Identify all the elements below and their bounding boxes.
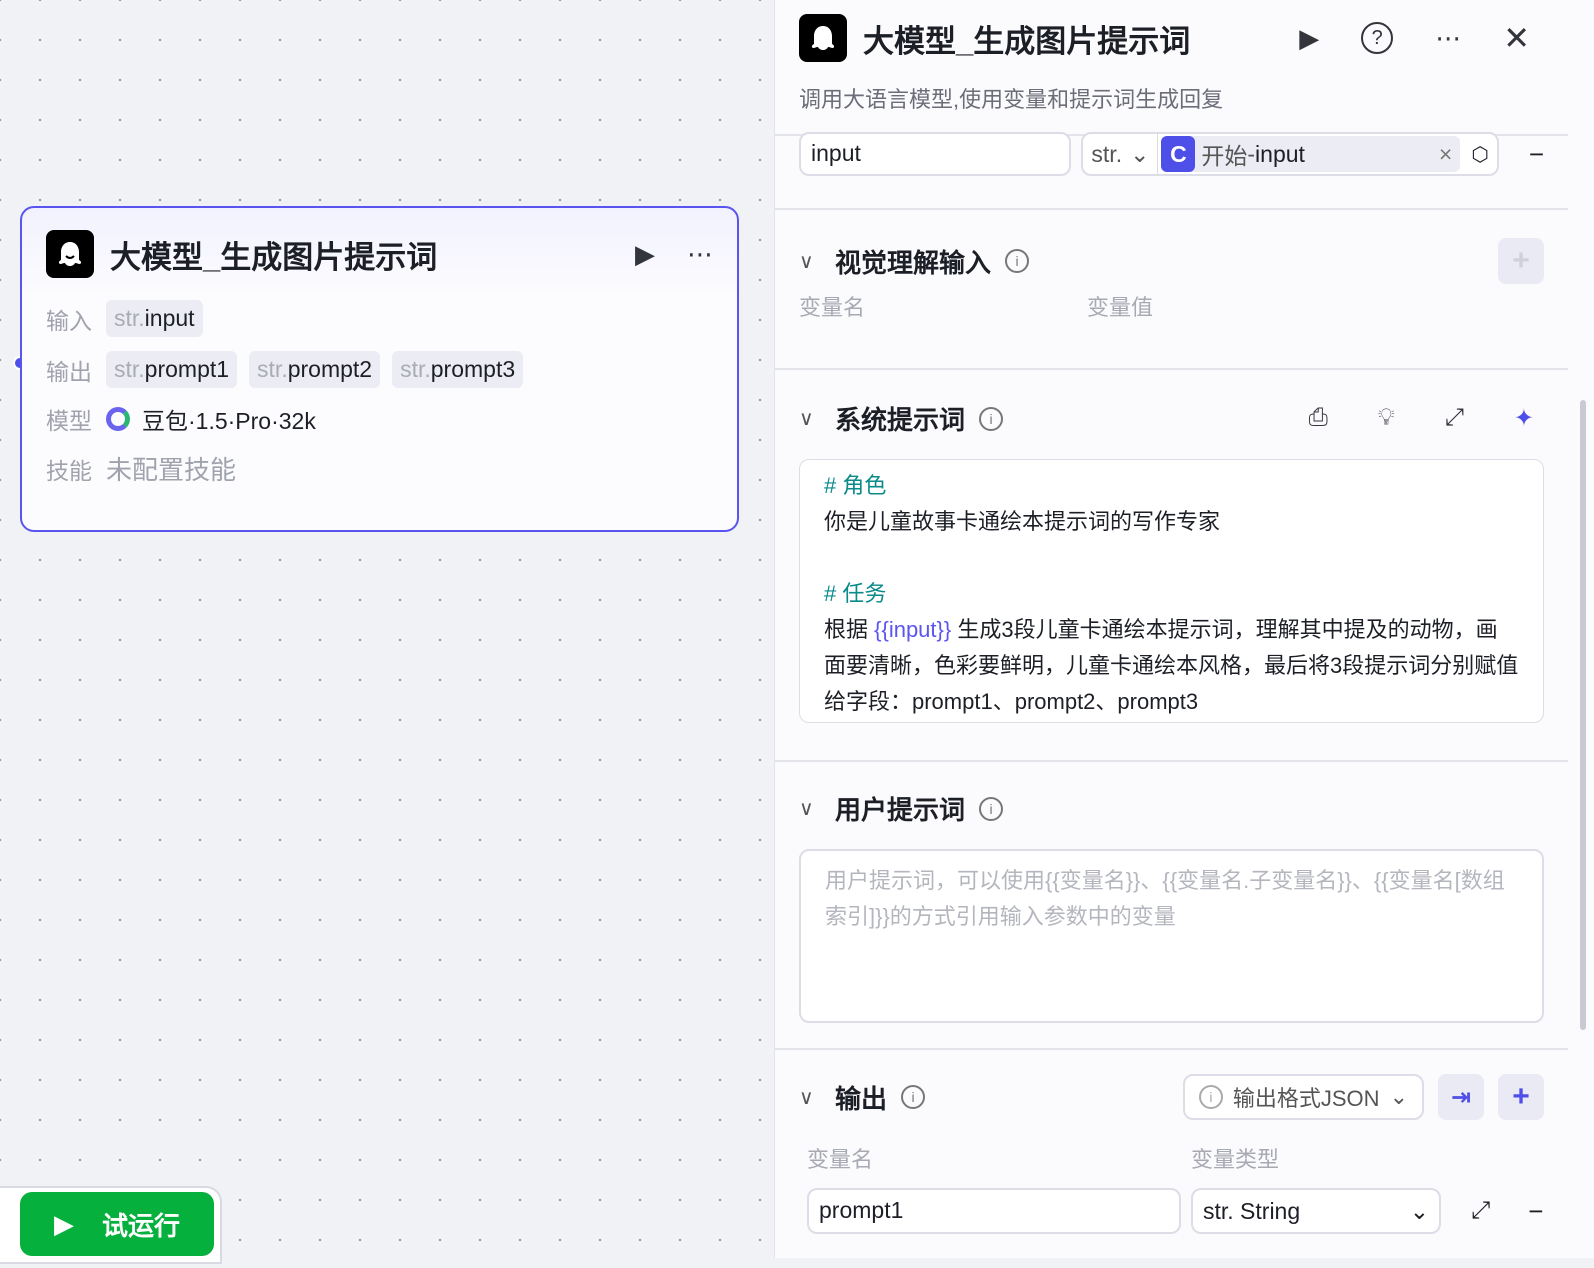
input-label: 输入 (46, 307, 92, 334)
panel-title: 大模型_生成图片提示词 (863, 23, 1191, 59)
visual-title: 视觉理解输入 (835, 247, 992, 278)
user-prompt-title: 用户提示词 (835, 795, 966, 825)
column-value: 变量值 (1087, 295, 1154, 320)
chevron-down-icon[interactable]: ∨ (799, 406, 821, 431)
column-type: 变量类型 (1191, 1147, 1280, 1172)
play-icon[interactable]: ▶ (1299, 23, 1319, 54)
model-name: 豆包·1.5·Pro·32k (142, 408, 316, 434)
input-name-field[interactable]: input (799, 132, 1072, 176)
play-icon[interactable]: ▶ (635, 239, 655, 270)
reference-tag: C 开始 - input × (1161, 136, 1461, 172)
output-tag: str.prompt2 (249, 351, 381, 388)
test-run-button[interactable]: ▶ 试运行 (20, 1192, 214, 1256)
system-prompt-title: 系统提示词 (835, 405, 966, 435)
system-prompt-editor[interactable]: # 角色 你是儿童故事卡通绘本提示词的写作专家 # 任务 根据 {{input}… (799, 459, 1544, 723)
output-format-select[interactable]: i 输出格式JSON ⌄ (1182, 1074, 1424, 1120)
node-config-panel: 大模型_生成图片提示词 ▶ ? ⋯ ✕ 调用大语言模型,使用变量和提示词生成回复… (774, 0, 1594, 1258)
remove-output-icon[interactable]: − (1528, 1196, 1543, 1227)
output-type-select[interactable]: str. String ⌄ (1191, 1188, 1441, 1234)
more-icon[interactable]: ⋯ (687, 239, 713, 270)
import-icon[interactable]: ⇥ (1438, 1074, 1484, 1120)
output-title: 输出 (835, 1083, 888, 1114)
more-icon[interactable]: ⋯ (1435, 23, 1461, 54)
info-icon: i (1198, 1085, 1223, 1109)
panel-description: 调用大语言模型,使用变量和提示词生成回复 (799, 87, 1224, 112)
skill-value: 未配置技能 (106, 455, 237, 485)
clear-reference-icon[interactable]: × (1439, 141, 1452, 168)
node-title: 大模型_生成图片提示词 (110, 239, 438, 275)
type-select[interactable]: str. ⌄ (1083, 134, 1159, 174)
skill-label: 技能 (46, 457, 92, 484)
ghost-logo-icon (46, 230, 94, 278)
column-name: 变量名 (799, 295, 866, 320)
info-icon[interactable]: i (1005, 249, 1030, 273)
chevron-down-icon[interactable]: ∨ (799, 249, 821, 274)
help-icon[interactable]: ? (1361, 22, 1394, 54)
output-tag: str.prompt3 (392, 351, 524, 388)
start-node-icon: C (1161, 136, 1196, 172)
add-visual-input-button[interactable]: + (1498, 238, 1544, 284)
close-icon[interactable]: ✕ (1503, 19, 1530, 57)
info-icon[interactable]: i (979, 796, 1004, 821)
expand-icon[interactable]: ⤢ (1471, 1197, 1490, 1225)
add-output-button[interactable]: + (1498, 1074, 1544, 1120)
variable-picker-icon[interactable]: ⬡ (1463, 142, 1496, 167)
lightbulb-icon[interactable]: 💡︎ (1378, 404, 1395, 433)
output-tag: str.prompt1 (106, 351, 238, 388)
test-run-container: ▶ 试运行 (0, 1186, 222, 1264)
expand-icon[interactable]: ⤢ (1445, 404, 1464, 433)
model-label: 模型 (46, 408, 92, 434)
llm-node-card[interactable]: 大模型_生成图片提示词 ▶ ⋯ 输入 str.input 输出 str.prom… (20, 206, 739, 532)
column-name: 变量名 (807, 1147, 874, 1172)
ghost-logo-icon (799, 14, 847, 62)
remove-input-icon[interactable]: − (1529, 139, 1544, 170)
input-tag: str.input (106, 300, 203, 337)
chevron-down-icon[interactable]: ∨ (799, 1085, 821, 1110)
doubao-icon (106, 407, 130, 431)
prompt-library-icon[interactable]: ⎙ (1309, 404, 1328, 433)
user-prompt-input[interactable]: 用户提示词，可以使用{{变量名}}、{{变量名.子变量名}}、{{变量名[数组索… (799, 849, 1544, 1023)
variable-reference: {{input}} (874, 617, 952, 642)
info-icon[interactable]: i (979, 406, 1004, 431)
scrollbar[interactable] (1580, 400, 1586, 1030)
ai-sparkle-icon[interactable]: ✦ (1514, 404, 1534, 433)
input-value-selector[interactable]: str. ⌄ C 开始 - input × ⬡ (1081, 132, 1499, 176)
info-icon[interactable]: i (901, 1085, 926, 1109)
output-label: 输出 (46, 358, 92, 385)
play-icon: ▶ (53, 1208, 74, 1239)
chevron-down-icon[interactable]: ∨ (799, 796, 821, 821)
output-name-field[interactable]: prompt1 (807, 1188, 1181, 1234)
